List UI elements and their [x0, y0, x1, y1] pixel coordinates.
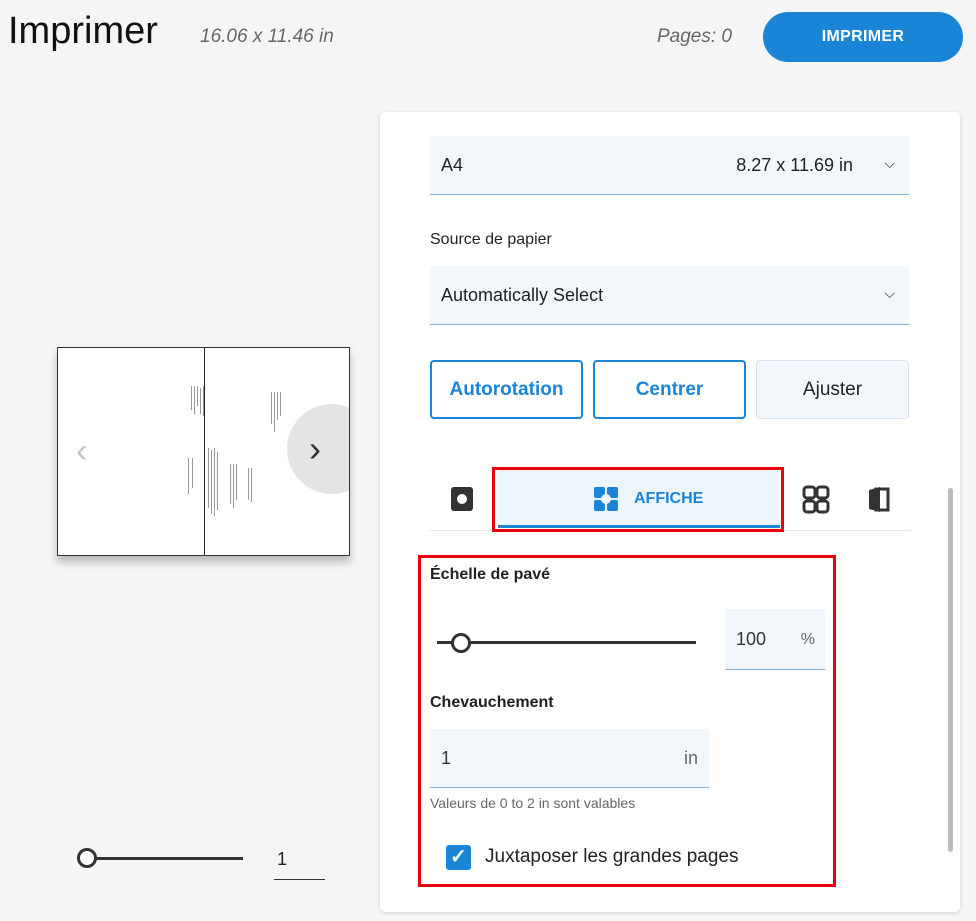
autorotate-button[interactable]: Autorotation — [430, 360, 583, 419]
chevron-down-icon: ⌵ — [884, 155, 895, 171]
next-page-button[interactable]: › — [287, 404, 349, 494]
page-count: Pages: 0 — [657, 26, 732, 47]
chevron-right-icon: › — [309, 428, 321, 469]
zoom-slider-track[interactable] — [86, 857, 243, 860]
highlight-box-tab — [492, 467, 784, 532]
paper-source-value: Automatically Select — [441, 285, 604, 305]
booklet-icon[interactable] — [866, 485, 894, 515]
multiple-pages-icon[interactable] — [802, 485, 830, 515]
panel-scrollbar[interactable] — [948, 488, 953, 852]
highlight-box-options — [418, 555, 836, 887]
paper-source-select[interactable]: Automatically Select ⌵ — [430, 266, 909, 325]
paper-size-value: 8.27 x 11.69 in — [736, 155, 853, 175]
print-button[interactable]: IMPRIMER — [763, 12, 963, 62]
document-dimensions: 16.06 x 11.46 in — [200, 26, 334, 47]
single-page-icon[interactable] — [449, 485, 477, 515]
zoom-input[interactable]: 1 — [274, 846, 325, 880]
zoom-slider-thumb[interactable] — [77, 848, 97, 868]
chevron-left-icon[interactable]: ‹ — [76, 432, 87, 471]
paper-size-label: A4 — [441, 155, 464, 175]
paper-size-select[interactable]: A4 8.27 x 11.69 in ⌵ — [430, 136, 909, 195]
print-preview: ‹ › — [57, 347, 350, 556]
page-title: Imprimer — [8, 10, 158, 52]
page-divider — [204, 348, 205, 555]
center-button[interactable]: Centrer — [593, 360, 746, 419]
paper-source-label: Source de papier — [430, 231, 552, 248]
chevron-down-icon: ⌵ — [884, 285, 895, 301]
fit-button[interactable]: Ajuster — [756, 360, 909, 419]
